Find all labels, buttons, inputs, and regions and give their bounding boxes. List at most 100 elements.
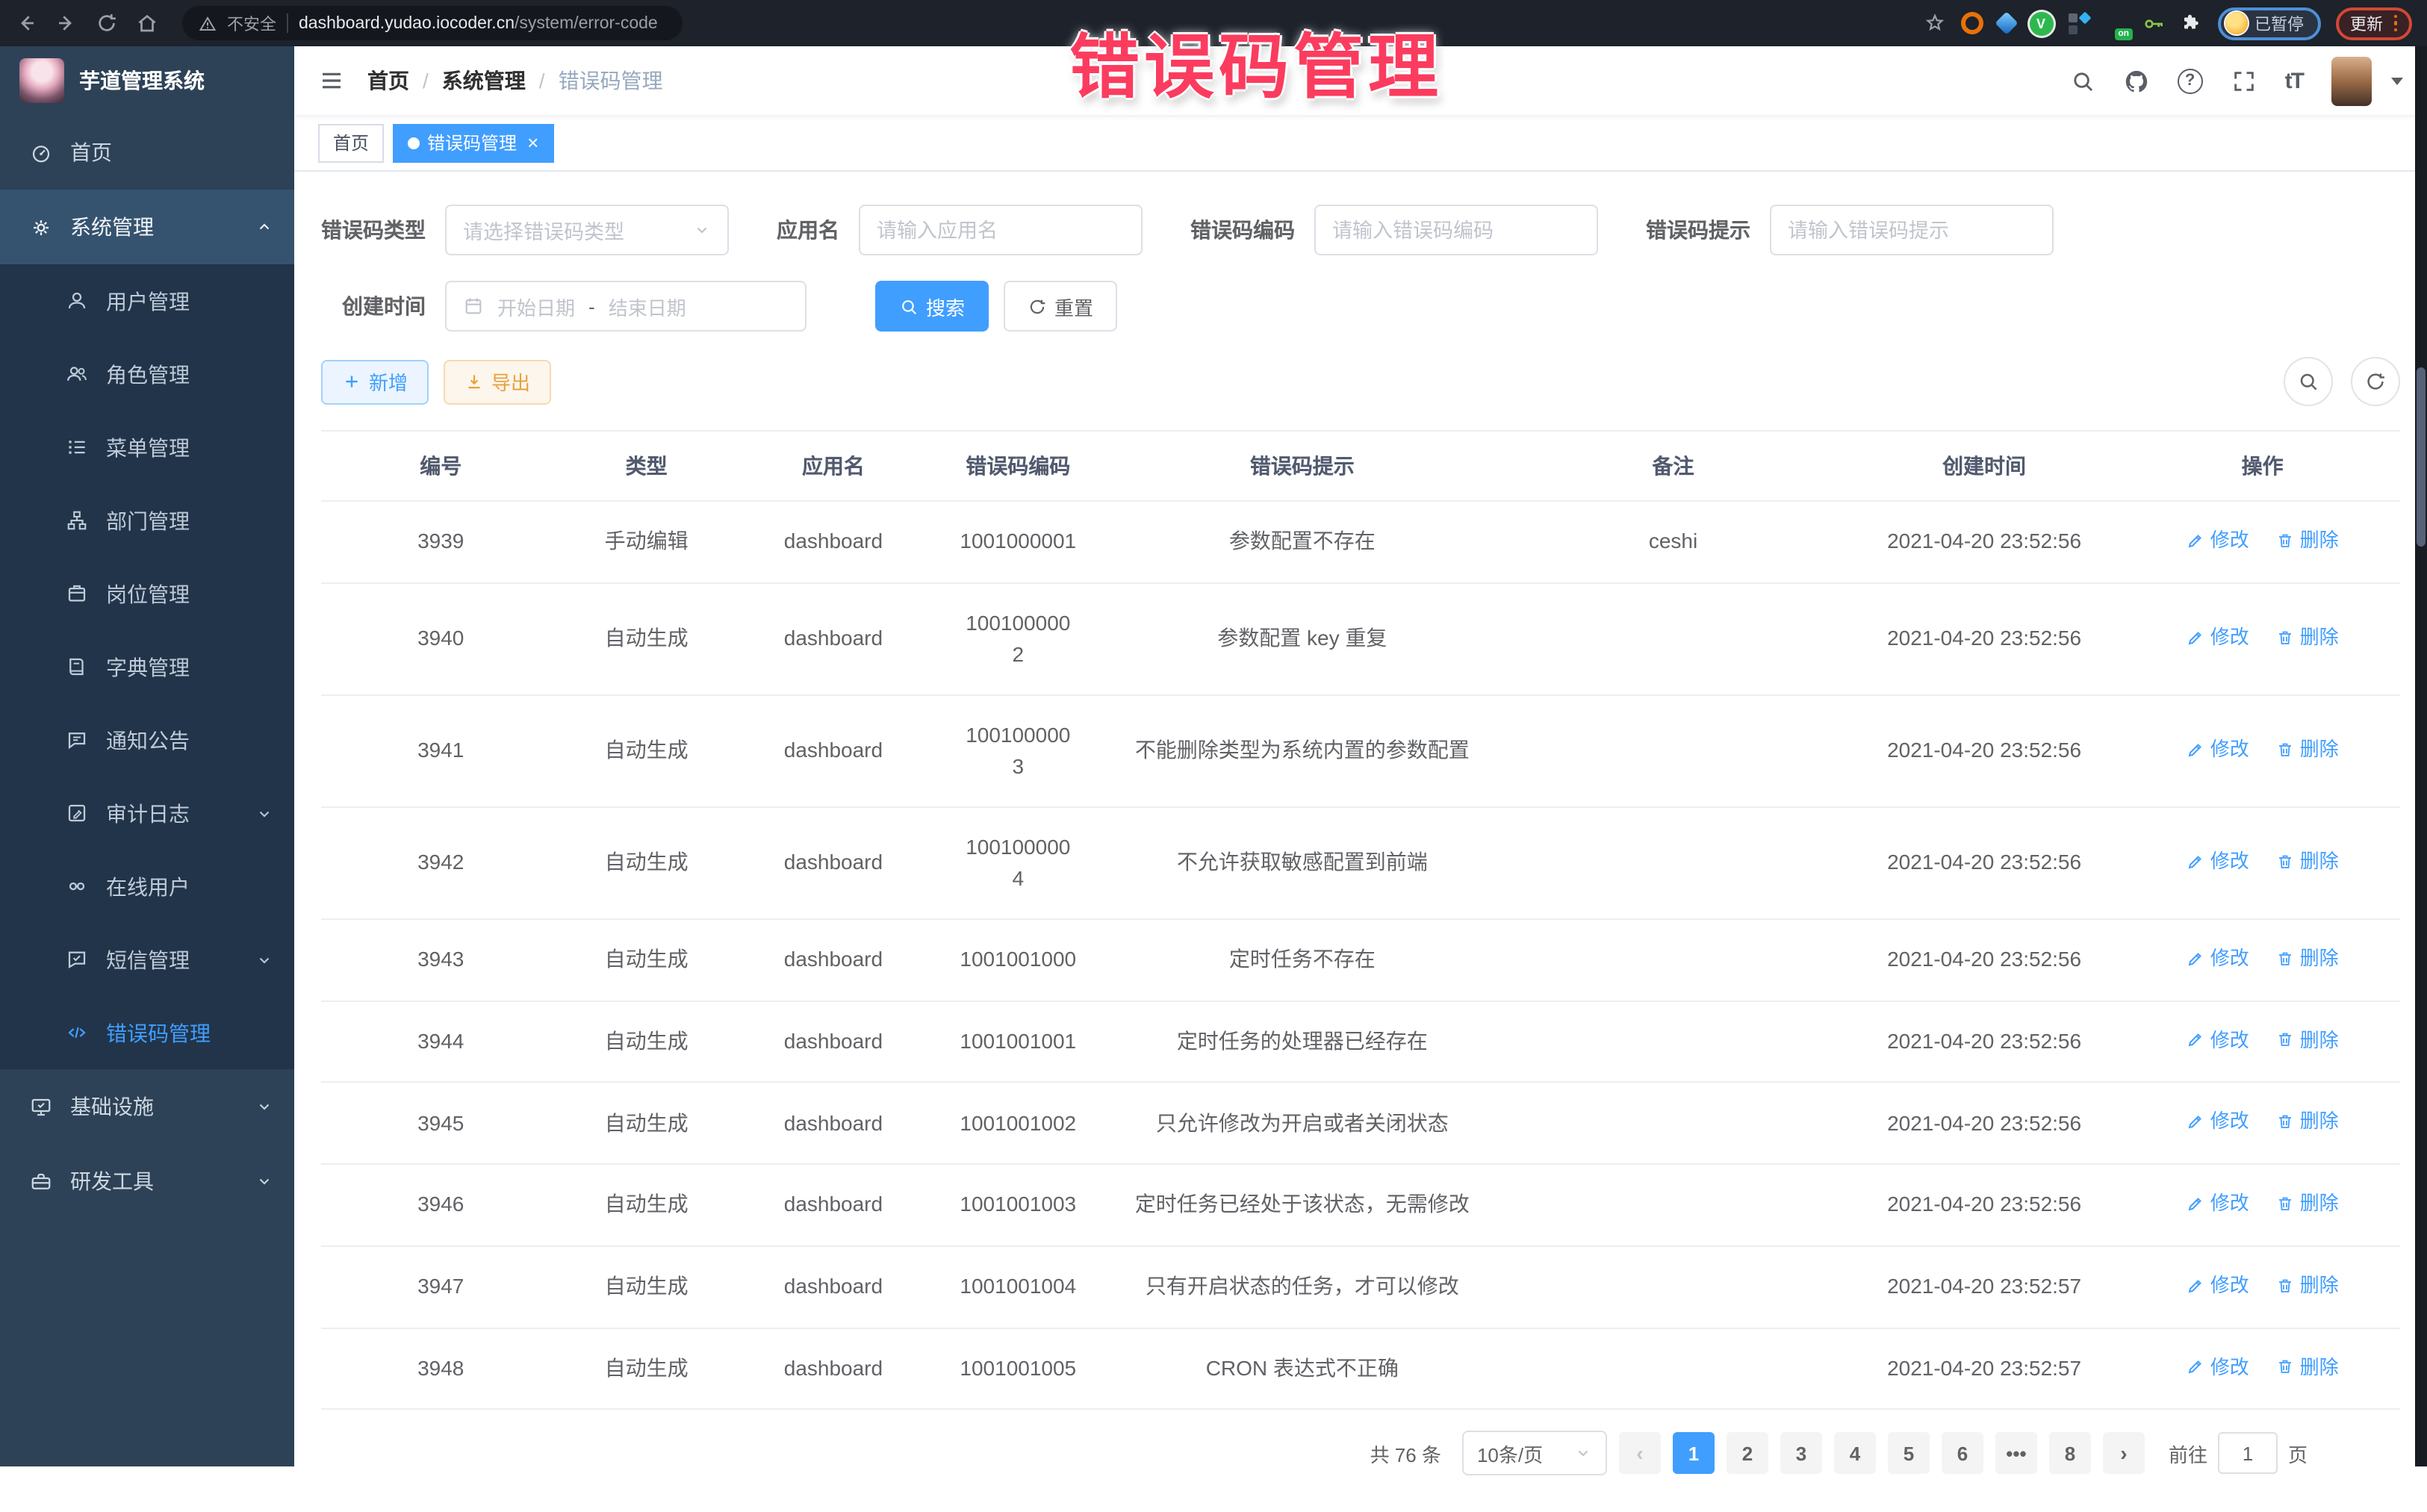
tab-close-icon[interactable]: × <box>527 133 538 152</box>
update-button[interactable]: 更新 <box>2335 7 2412 40</box>
sidebar-item-dept[interactable]: 部门管理 <box>0 484 294 557</box>
edit-link[interactable]: 修改 <box>2187 1025 2249 1054</box>
app-name-input[interactable] <box>859 205 1143 255</box>
delete-link[interactable]: 删除 <box>2276 623 2339 652</box>
reset-button[interactable]: 重置 <box>1004 281 1117 332</box>
address-bar[interactable]: 不安全 dashboard.yudao.iocoder.cn/system/er… <box>182 6 683 40</box>
toggle-search-button[interactable] <box>2284 357 2333 406</box>
page-url: dashboard.yudao.iocoder.cn/system/error-… <box>299 14 658 32</box>
error-hint-input[interactable] <box>1770 205 2054 255</box>
export-button[interactable]: 导出 <box>444 359 551 404</box>
delete-link[interactable]: 删除 <box>2276 1107 2339 1136</box>
edit-link[interactable]: 修改 <box>2187 623 2249 652</box>
error-type-select[interactable]: 请选择错误码类型 <box>445 205 729 255</box>
fullscreen-icon[interactable] <box>2231 68 2257 93</box>
edit-link[interactable]: 修改 <box>2187 1352 2249 1381</box>
scrollbar-thumb[interactable] <box>2417 367 2426 547</box>
edit-link[interactable]: 修改 <box>2187 1271 2249 1300</box>
more-pages-button[interactable]: ••• <box>1995 1433 2037 1475</box>
extension-grid-icon[interactable] <box>2068 13 2089 34</box>
delete-link[interactable]: 删除 <box>2276 1352 2339 1381</box>
next-page-button[interactable]: › <box>2103 1433 2145 1475</box>
sidebar-item-sms[interactable]: 短信管理 <box>0 923 294 996</box>
date-range-picker[interactable]: 开始日期 - 结束日期 <box>445 281 807 332</box>
extension-orange-ring-icon[interactable] <box>1960 12 1983 34</box>
edit-link[interactable]: 修改 <box>2187 1107 2249 1136</box>
sidebar-item-infra[interactable]: 基础设施 <box>0 1069 294 1144</box>
page-button-2[interactable]: 2 <box>1727 1433 1768 1475</box>
user-avatar[interactable] <box>2331 56 2372 105</box>
sidebar-item-post[interactable]: 岗位管理 <box>0 557 294 630</box>
edit-link[interactable]: 修改 <box>2187 847 2249 876</box>
edit-link[interactable]: 修改 <box>2187 1189 2249 1218</box>
delete-link[interactable]: 删除 <box>2276 735 2339 764</box>
page-button-3[interactable]: 3 <box>1780 1433 1822 1475</box>
page-size-select[interactable]: 10条/页 <box>1462 1431 1607 1476</box>
sidebar-item-system[interactable]: 系统管理 <box>0 190 294 264</box>
page-button-6[interactable]: 6 <box>1942 1433 1983 1475</box>
sidebar-item-notice[interactable]: 通知公告 <box>0 703 294 777</box>
page-button-8[interactable]: 8 <box>2049 1433 2091 1475</box>
app-logo-row[interactable]: 芋道管理系统 <box>0 46 294 115</box>
breadcrumb-current: 错误码管理 <box>559 66 663 96</box>
browser-menu-dots-icon[interactable] <box>2393 15 2397 32</box>
page-button-5[interactable]: 5 <box>1888 1433 1930 1475</box>
delete-link[interactable]: 删除 <box>2276 847 2339 876</box>
tab-home[interactable]: 首页 <box>318 123 384 162</box>
github-icon[interactable] <box>2124 68 2149 93</box>
page-scrollbar[interactable] <box>2415 46 2427 1466</box>
delete-link[interactable]: 删除 <box>2276 944 2339 973</box>
sidebar-item-user[interactable]: 用户管理 <box>0 264 294 337</box>
sidebar-collapse-icon[interactable] <box>318 69 345 93</box>
browser-forward-icon[interactable] <box>55 12 78 34</box>
extension-switch-on-icon[interactable]: on <box>2104 12 2126 34</box>
sidebar-item-tools[interactable]: 研发工具 <box>0 1144 294 1219</box>
sidebar-item-audit-log[interactable]: 审计日志 <box>0 777 294 850</box>
browser-back-icon[interactable] <box>15 12 37 34</box>
help-icon[interactable]: ? <box>2178 68 2203 93</box>
sidebar-item-role[interactable]: 角色管理 <box>0 337 294 411</box>
edit-link[interactable]: 修改 <box>2187 735 2249 764</box>
page-button-4[interactable]: 4 <box>1834 1433 1876 1475</box>
breadcrumb: 首页 / 系统管理 / 错误码管理 <box>367 66 663 96</box>
delete-link[interactable]: 删除 <box>2276 1025 2339 1054</box>
sidebar-item-online-user[interactable]: 在线用户 <box>0 850 294 923</box>
delete-link[interactable]: 删除 <box>2276 526 2339 555</box>
sidebar-item-menu[interactable]: 菜单管理 <box>0 411 294 484</box>
font-size-icon[interactable]: tT <box>2285 68 2303 93</box>
sidebar-item-error-code[interactable]: 错误码管理 <box>0 996 294 1069</box>
extensions-puzzle-icon[interactable] <box>2180 12 2202 34</box>
edit-pencil-icon <box>2187 852 2204 870</box>
search-button[interactable]: 搜索 <box>875 281 989 332</box>
prev-page-button[interactable]: ‹ <box>1619 1433 1661 1475</box>
browser-reload-icon[interactable] <box>96 12 118 34</box>
edit-link[interactable]: 修改 <box>2187 526 2249 555</box>
extension-key-icon[interactable] <box>2141 11 2165 35</box>
delete-link[interactable]: 删除 <box>2276 1271 2339 1300</box>
gear-icon <box>30 216 52 238</box>
delete-link[interactable]: 删除 <box>2276 1189 2339 1218</box>
extension-blue-gem-icon[interactable] <box>1998 15 2014 31</box>
trash-icon <box>2276 628 2294 646</box>
avatar-caret-icon[interactable] <box>2391 77 2403 84</box>
tools-icon <box>30 1170 52 1192</box>
add-button[interactable]: 新增 <box>321 359 429 404</box>
end-date-placeholder: 结束日期 <box>609 292 686 320</box>
sidebar-item-dict[interactable]: 字典管理 <box>0 630 294 703</box>
sidebar-item-home[interactable]: 首页 <box>0 115 294 190</box>
paused-badge[interactable]: 已暂停 <box>2217 7 2320 40</box>
goto-page-input[interactable] <box>2218 1433 2278 1475</box>
edit-link[interactable]: 修改 <box>2187 944 2249 973</box>
error-code-input[interactable] <box>1314 205 1598 255</box>
tab-error-code[interactable]: 错误码管理× <box>393 123 553 162</box>
breadcrumb-system[interactable]: 系统管理 <box>442 66 526 96</box>
extension-vue-devtools-icon[interactable]: V <box>2029 11 2053 35</box>
page-button-1[interactable]: 1 <box>1673 1433 1715 1475</box>
header-search-icon[interactable] <box>2070 68 2095 93</box>
edit-pencil-icon <box>2187 949 2204 967</box>
bookmark-star-icon[interactable] <box>1923 12 1945 34</box>
refresh-table-button[interactable] <box>2351 357 2400 406</box>
browser-home-icon[interactable] <box>136 12 158 34</box>
annotation-overlay-text: 错误码管理 <box>1069 9 1443 112</box>
breadcrumb-home[interactable]: 首页 <box>367 66 409 96</box>
